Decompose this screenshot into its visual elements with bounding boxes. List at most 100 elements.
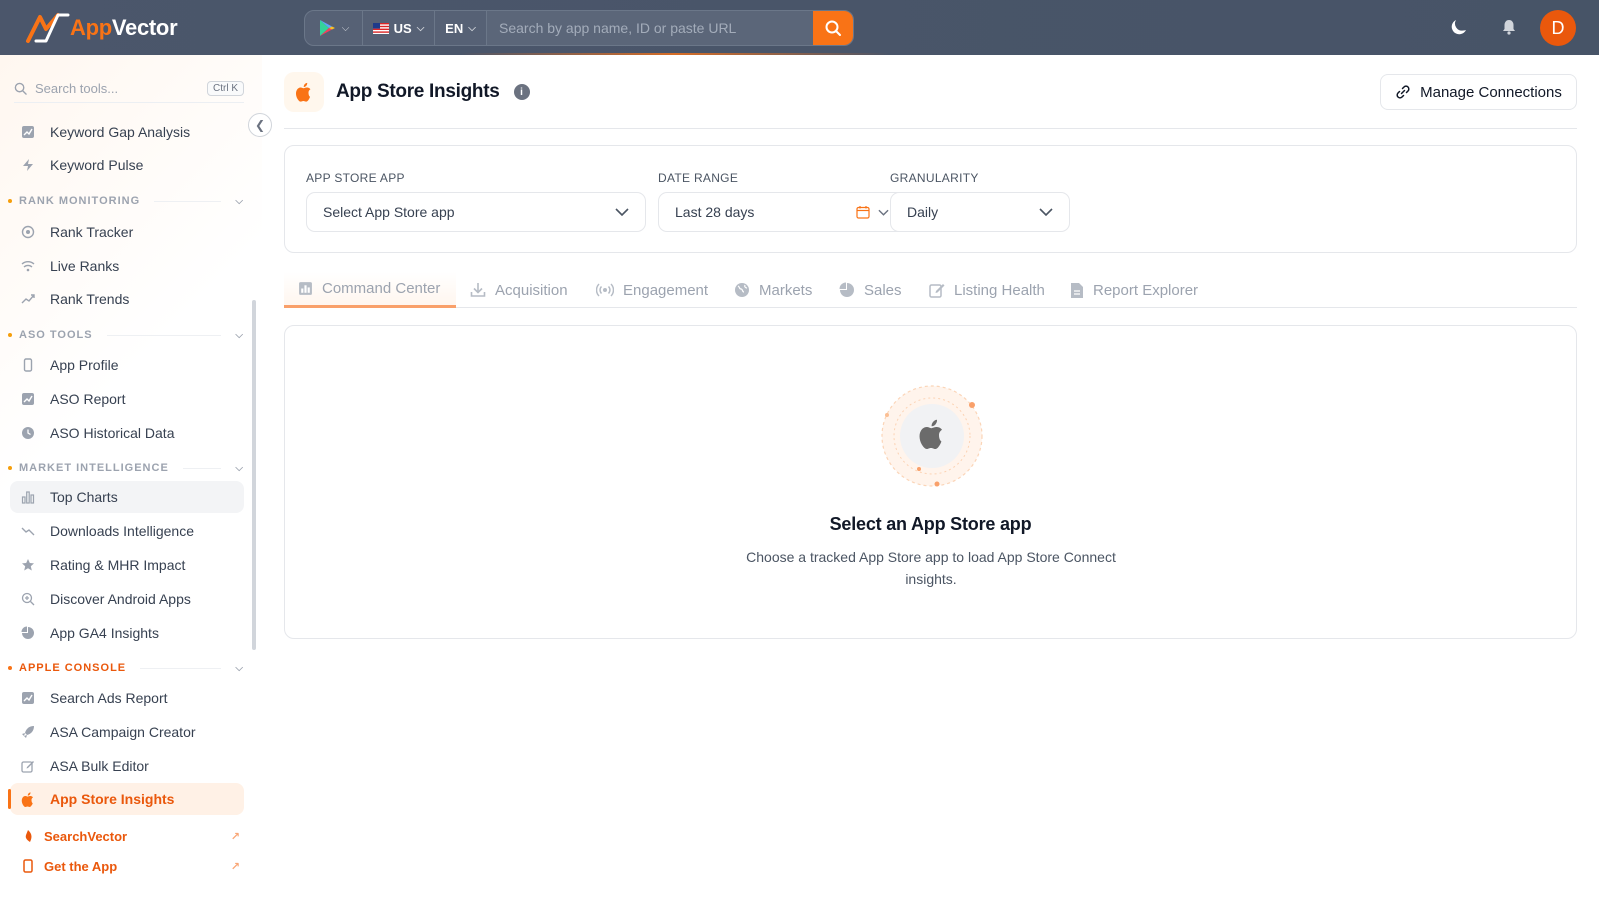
granularity-value: Daily bbox=[907, 204, 939, 220]
chevron-down-icon: ⌵ bbox=[235, 195, 244, 207]
star-icon bbox=[20, 557, 36, 573]
avatar-initial: D bbox=[1551, 17, 1565, 38]
tab-command-center[interactable]: Command Center bbox=[284, 272, 456, 308]
date-range-label: DATE RANGE bbox=[658, 171, 739, 185]
country-selector[interactable]: US ⌵ bbox=[363, 11, 435, 45]
divider bbox=[106, 334, 222, 336]
bolt-icon bbox=[20, 157, 36, 173]
section-dot bbox=[8, 333, 12, 337]
sidebar-scrollbar[interactable] bbox=[252, 300, 256, 650]
sidebar-item-discover-android-apps[interactable]: Discover Android Apps bbox=[10, 583, 244, 615]
chart-square-icon bbox=[20, 391, 36, 407]
sidebar-item-app-store-insights[interactable]: App Store Insights bbox=[8, 783, 244, 815]
link-icon bbox=[1396, 85, 1410, 99]
sidebar-item-downloads-intelligence[interactable]: Downloads Intelligence bbox=[10, 515, 244, 547]
search-button[interactable] bbox=[813, 11, 853, 45]
tool-search-input[interactable] bbox=[35, 81, 185, 96]
sidebar-item-rating-mhr-impact[interactable]: Rating & MHR Impact bbox=[10, 549, 244, 581]
user-avatar[interactable]: D bbox=[1540, 10, 1576, 46]
granularity-select[interactable]: Daily bbox=[890, 192, 1070, 232]
manage-connections-button[interactable]: Manage Connections bbox=[1380, 74, 1577, 110]
sidebar: Ctrl K Keyword Gap Analysis Keyword Puls… bbox=[0, 55, 262, 912]
empty-state-subtitle: Choose a tracked App Store app to load A… bbox=[746, 549, 1116, 587]
country-code: US bbox=[393, 20, 412, 36]
sidebar-item-label: Rating & MHR Impact bbox=[50, 557, 186, 573]
target-icon bbox=[20, 224, 36, 240]
sidebar-item-rank-trends[interactable]: Rank Trends bbox=[10, 283, 244, 315]
tab-label: Report Explorer bbox=[1093, 281, 1199, 299]
sidebar-item-asa-bulk-editor[interactable]: ASA Bulk Editor bbox=[10, 750, 244, 782]
sidebar-item-keyword-gap-analysis[interactable]: Keyword Gap Analysis bbox=[10, 116, 244, 148]
search-icon bbox=[14, 82, 27, 95]
dark-mode-toggle[interactable] bbox=[1447, 15, 1471, 39]
sidebar-item-app-profile[interactable]: App Profile bbox=[10, 349, 244, 381]
page-icon-badge bbox=[284, 72, 324, 112]
language-selector[interactable]: EN ⌵ bbox=[435, 11, 487, 45]
sidebar-item-search-ads-report[interactable]: Search Ads Report bbox=[10, 682, 244, 714]
clock-icon bbox=[20, 425, 36, 441]
sidebar-collapse-button[interactable]: ❮ bbox=[248, 113, 272, 137]
tab-label: Command Center bbox=[322, 280, 441, 297]
external-link-label: Get the App bbox=[44, 858, 118, 874]
apple-icon bbox=[20, 791, 36, 807]
sidebar-item-label: Search Ads Report bbox=[50, 690, 168, 706]
sidebar-item-aso-report[interactable]: ASO Report bbox=[10, 383, 244, 415]
wifi-icon bbox=[20, 258, 36, 274]
date-range-value: Last 28 days bbox=[675, 204, 755, 220]
external-link-get-the-app[interactable]: Get the App ↗ bbox=[22, 855, 240, 877]
broadcast-icon bbox=[596, 282, 614, 298]
phone-icon bbox=[20, 357, 36, 373]
page-header: App Store Insights i bbox=[284, 72, 530, 112]
chevron-down-icon: ⌵ bbox=[341, 22, 350, 34]
empty-state-card: Select an App Store app Choose a tracked… bbox=[284, 325, 1577, 639]
tab-label: Listing Health bbox=[954, 281, 1045, 299]
apple-icon bbox=[295, 82, 311, 102]
sidebar-item-label: Rank Tracker bbox=[50, 224, 134, 240]
pie-icon bbox=[839, 282, 855, 298]
sidebar-item-label: ASA Bulk Editor bbox=[50, 758, 149, 774]
sidebar-item-rank-tracker[interactable]: Rank Tracker bbox=[10, 216, 244, 248]
file-icon bbox=[1070, 282, 1084, 299]
tab-listing-health[interactable]: Listing Health bbox=[915, 272, 1059, 308]
sidebar-item-label: Downloads Intelligence bbox=[50, 523, 194, 539]
store-selector[interactable]: ⌵ bbox=[305, 11, 363, 45]
tab-label: Engagement bbox=[623, 281, 709, 299]
section-market-intelligence[interactable]: MARKET INTELLIGENCE ⌵ bbox=[8, 459, 244, 477]
app-filter-label: APP STORE APP bbox=[306, 171, 405, 185]
sidebar-item-label: App GA4 Insights bbox=[50, 625, 159, 641]
sidebar-item-top-charts[interactable]: Top Charts bbox=[10, 481, 244, 513]
chevron-down-icon: ⌵ bbox=[468, 22, 476, 34]
tab-markets[interactable]: Markets bbox=[720, 272, 826, 308]
external-link-searchvector[interactable]: SearchVector ↗ bbox=[22, 825, 240, 847]
section-rank-monitoring[interactable]: RANK MONITORING ⌵ bbox=[8, 192, 244, 210]
google-play-icon bbox=[319, 20, 335, 36]
logo-mark-icon bbox=[26, 13, 70, 43]
tab-report-explorer[interactable]: Report Explorer bbox=[1056, 272, 1212, 308]
tab-engagement[interactable]: Engagement bbox=[582, 272, 722, 308]
section-dot bbox=[8, 466, 12, 470]
notifications-button[interactable] bbox=[1497, 15, 1521, 39]
chevron-down-icon bbox=[615, 208, 629, 216]
app-select[interactable]: Select App Store app bbox=[306, 192, 646, 232]
search-plus-icon bbox=[20, 591, 36, 607]
sidebar-item-label: Keyword Pulse bbox=[50, 157, 144, 173]
sidebar-item-aso-historical-data[interactable]: ASO Historical Data bbox=[10, 417, 244, 449]
edit-icon bbox=[20, 758, 36, 774]
sidebar-item-keyword-pulse[interactable]: Keyword Pulse bbox=[10, 149, 244, 181]
sidebar-item-label: App Store Insights bbox=[50, 791, 175, 807]
section-apple-console[interactable]: APPLE CONSOLE ⌵ bbox=[8, 659, 244, 677]
tab-acquisition[interactable]: Acquisition bbox=[456, 272, 582, 308]
date-range-select[interactable]: Last 28 days bbox=[658, 192, 906, 232]
sidebar-item-label: ASO Historical Data bbox=[50, 425, 175, 441]
info-icon[interactable]: i bbox=[513, 84, 530, 100]
chart-square-icon bbox=[298, 281, 313, 296]
language-code: EN bbox=[445, 20, 464, 36]
sidebar-item-asa-campaign-creator[interactable]: ASA Campaign Creator bbox=[10, 716, 244, 748]
sidebar-item-app-ga4-insights[interactable]: App GA4 Insights bbox=[10, 617, 244, 649]
section-aso-tools[interactable]: ASO TOOLS ⌵ bbox=[8, 326, 244, 344]
sidebar-item-live-ranks[interactable]: Live Ranks bbox=[10, 250, 244, 282]
brand-logo[interactable]: AppVector bbox=[24, 10, 178, 46]
app-search-input[interactable] bbox=[487, 11, 813, 45]
download-icon bbox=[470, 282, 486, 298]
tab-sales[interactable]: Sales bbox=[825, 272, 916, 308]
